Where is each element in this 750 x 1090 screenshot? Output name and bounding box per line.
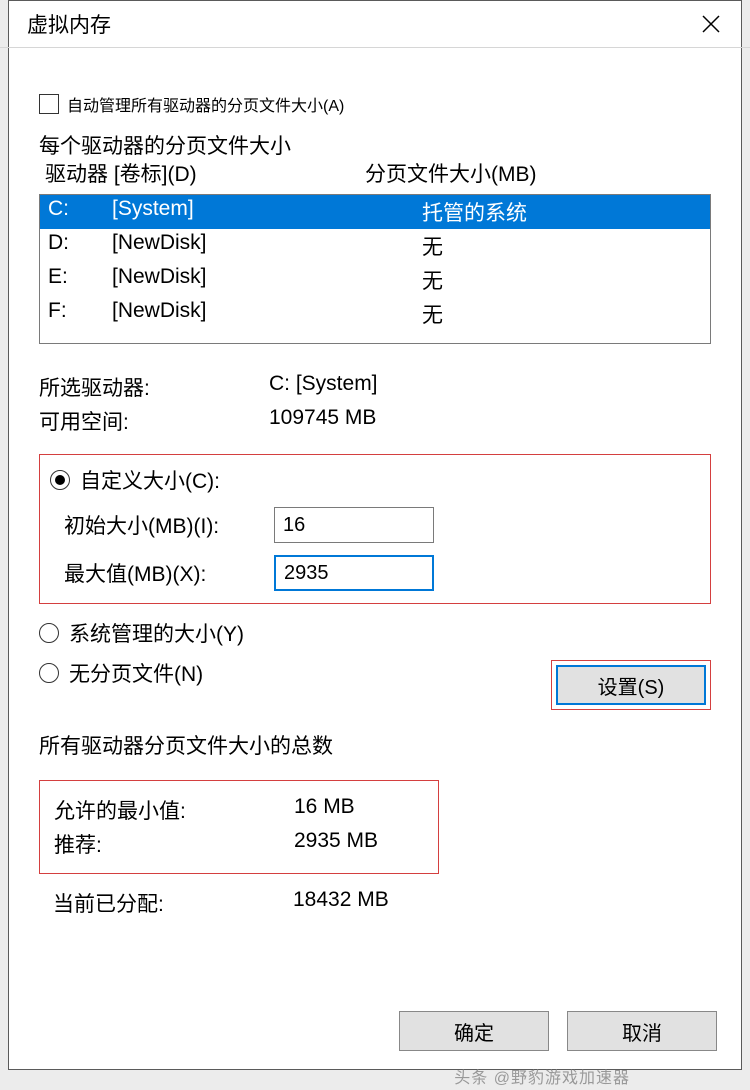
drive-row[interactable]: D:[NewDisk]无 bbox=[40, 229, 710, 263]
drive-letter: D: bbox=[48, 231, 112, 261]
current-allocated-row: 当前已分配: 18432 MB bbox=[39, 878, 711, 918]
no-paging-radio[interactable] bbox=[39, 663, 59, 683]
drive-row[interactable]: E:[NewDisk]无 bbox=[40, 263, 710, 297]
watermark-text: 头条 @野豹游戏加速器 bbox=[454, 1064, 630, 1088]
recommended-row: 推荐: 2935 MB bbox=[54, 829, 424, 859]
drive-label: [NewDisk] bbox=[112, 299, 422, 329]
initial-size-row: 初始大小(MB)(I): bbox=[64, 507, 700, 543]
min-allowed-row: 允许的最小值: 16 MB bbox=[54, 795, 424, 825]
auto-manage-row[interactable]: 自动管理所有驱动器的分页文件大小(A) bbox=[39, 92, 711, 116]
custom-size-radio-row[interactable]: 自定义大小(C): bbox=[50, 465, 700, 495]
auto-manage-label: 自动管理所有驱动器的分页文件大小(A) bbox=[67, 92, 344, 116]
no-paging-label: 无分页文件(N) bbox=[69, 658, 203, 688]
drive-paging-size: 无 bbox=[422, 265, 443, 295]
drive-letter: E: bbox=[48, 265, 112, 295]
custom-size-radio[interactable] bbox=[50, 470, 70, 490]
close-icon[interactable] bbox=[681, 1, 741, 47]
content-area: 自动管理所有驱动器的分页文件大小(A) 每个驱动器的分页文件大小 驱动器 [卷标… bbox=[9, 62, 741, 932]
set-button[interactable]: 设置(S) bbox=[556, 665, 706, 705]
header-size-col: 分页文件大小(MB) bbox=[365, 158, 537, 188]
max-size-row: 最大值(MB)(X): bbox=[64, 555, 700, 591]
virtual-memory-dialog: 虚拟内存 自动管理所有驱动器的分页文件大小(A) 每个驱动器的分页文件大小 驱动… bbox=[8, 0, 742, 1070]
custom-size-highlight: 自定义大小(C): 初始大小(MB)(I): 最大值(MB)(X): bbox=[39, 454, 711, 604]
totals-section-title: 所有驱动器分页文件大小的总数 bbox=[39, 730, 339, 760]
drive-paging-size: 无 bbox=[422, 231, 443, 261]
drive-letter: F: bbox=[48, 299, 112, 329]
free-space-label: 可用空间: bbox=[39, 406, 269, 436]
totals-highlight: 允许的最小值: 16 MB 推荐: 2935 MB bbox=[39, 780, 439, 874]
min-allowed-value: 16 MB bbox=[294, 795, 355, 825]
cancel-button[interactable]: 取消 bbox=[567, 1011, 717, 1051]
initial-size-label: 初始大小(MB)(I): bbox=[64, 510, 274, 540]
drive-paging-size: 无 bbox=[422, 299, 443, 329]
drive-paging-size: 托管的系统 bbox=[422, 197, 527, 227]
selected-drive-value: C: [System] bbox=[269, 372, 378, 402]
recommended-value: 2935 MB bbox=[294, 829, 378, 859]
max-size-input[interactable] bbox=[274, 555, 434, 591]
current-allocated-label: 当前已分配: bbox=[53, 888, 293, 918]
ok-button[interactable]: 确定 bbox=[399, 1011, 549, 1051]
selected-drive-row: 所选驱动器: C: [System] bbox=[39, 372, 711, 402]
system-managed-radio-row[interactable]: 系统管理的大小(Y) bbox=[39, 618, 711, 648]
free-space-row: 可用空间: 109745 MB bbox=[39, 406, 711, 436]
drive-row[interactable]: C:[System]托管的系统 bbox=[40, 195, 710, 229]
drive-label: [System] bbox=[112, 197, 422, 227]
titlebar: 虚拟内存 bbox=[9, 1, 741, 47]
min-allowed-label: 允许的最小值: bbox=[54, 795, 294, 825]
drives-section-title: 每个驱动器的分页文件大小 bbox=[39, 130, 297, 160]
system-managed-label: 系统管理的大小(Y) bbox=[69, 618, 244, 648]
free-space-value: 109745 MB bbox=[269, 406, 376, 436]
system-managed-radio[interactable] bbox=[39, 623, 59, 643]
initial-size-input[interactable] bbox=[274, 507, 434, 543]
drive-row[interactable]: F:[NewDisk]无 bbox=[40, 297, 710, 331]
header-drive-col: 驱动器 [卷标](D) bbox=[45, 158, 365, 188]
footer-buttons: 确定 取消 bbox=[399, 1011, 717, 1051]
current-allocated-value: 18432 MB bbox=[293, 888, 389, 918]
recommended-label: 推荐: bbox=[54, 829, 294, 859]
selected-drive-label: 所选驱动器: bbox=[39, 372, 269, 402]
drive-label: [NewDisk] bbox=[112, 265, 422, 295]
custom-size-radio-label: 自定义大小(C): bbox=[80, 465, 220, 495]
window-title: 虚拟内存 bbox=[27, 9, 111, 39]
drive-label: [NewDisk] bbox=[112, 231, 422, 261]
auto-manage-checkbox[interactable] bbox=[39, 94, 59, 114]
max-size-label: 最大值(MB)(X): bbox=[64, 558, 274, 588]
drive-list[interactable]: C:[System]托管的系统D:[NewDisk]无E:[NewDisk]无F… bbox=[39, 194, 711, 344]
drive-list-header: 驱动器 [卷标](D) 分页文件大小(MB) bbox=[39, 158, 711, 188]
drive-letter: C: bbox=[48, 197, 112, 227]
